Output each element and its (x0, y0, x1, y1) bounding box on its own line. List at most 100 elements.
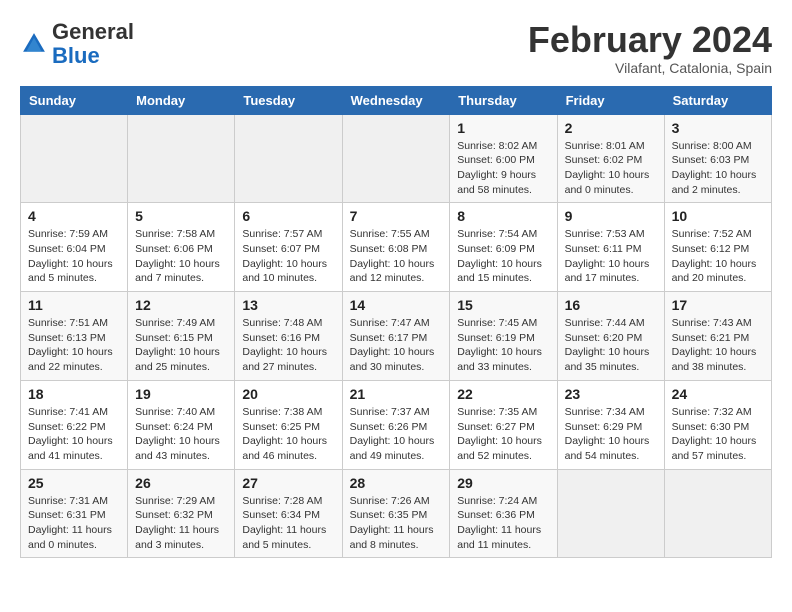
day-info: Sunrise: 7:41 AM Sunset: 6:22 PM Dayligh… (28, 405, 120, 464)
calendar-cell: 19 Sunrise: 7:40 AM Sunset: 6:24 PM Dayli… (128, 380, 235, 469)
calendar-cell: 25 Sunrise: 7:31 AM Sunset: 6:31 PM Dayli… (21, 469, 128, 558)
day-info: Sunrise: 7:51 AM Sunset: 6:13 PM Dayligh… (28, 316, 120, 375)
day-number: 12 (135, 297, 227, 313)
page-header: General Blue February 2024 Vilafant, Cat… (20, 20, 772, 76)
logo-text: General Blue (52, 20, 134, 68)
calendar-cell (128, 114, 235, 203)
day-info: Sunrise: 7:49 AM Sunset: 6:15 PM Dayligh… (135, 316, 227, 375)
calendar-cell: 22Sunrise: 7:35 AM Sunset: 6:27 PM Dayli… (450, 380, 557, 469)
day-number: 21 (350, 386, 443, 402)
month-title: February 2024 (528, 20, 772, 60)
location-subtitle: Vilafant, Catalonia, Spain (528, 60, 772, 76)
calendar-cell: 20 Sunrise: 7:38 AM Sunset: 6:25 PM Dayli… (235, 380, 342, 469)
calendar-cell: 9 Sunrise: 7:53 AM Sunset: 6:11 PM Daylig… (557, 203, 664, 292)
day-number: 6 (242, 208, 334, 224)
day-number: 14 (350, 297, 443, 313)
calendar-cell (342, 114, 450, 203)
day-number: 27 (242, 475, 334, 491)
calendar-cell: 23 Sunrise: 7:34 AM Sunset: 6:29 PM Dayli… (557, 380, 664, 469)
calendar-cell: 29Sunrise: 7:24 AM Sunset: 6:36 PM Dayli… (450, 469, 557, 558)
day-number: 9 (565, 208, 657, 224)
calendar-cell: 6 Sunrise: 7:57 AM Sunset: 6:07 PM Daylig… (235, 203, 342, 292)
column-header-tuesday: Tuesday (235, 86, 342, 114)
calendar-cell (557, 469, 664, 558)
day-info: Sunrise: 7:52 AM Sunset: 6:12 PM Dayligh… (672, 227, 764, 286)
day-number: 13 (242, 297, 334, 313)
calendar-cell: 24Sunrise: 7:32 AM Sunset: 6:30 PM Dayli… (664, 380, 771, 469)
calendar-cell: 17 Sunrise: 7:43 AM Sunset: 6:21 PM Dayli… (664, 292, 771, 381)
column-header-thursday: Thursday (450, 86, 557, 114)
day-info: Sunrise: 7:58 AM Sunset: 6:06 PM Dayligh… (135, 227, 227, 286)
day-info: Sunrise: 7:44 AM Sunset: 6:20 PM Dayligh… (565, 316, 657, 375)
calendar-week-row: 4Sunrise: 7:59 AM Sunset: 6:04 PM Daylig… (21, 203, 772, 292)
day-number: 23 (565, 386, 657, 402)
day-number: 17 (672, 297, 764, 313)
day-info: Sunrise: 7:37 AM Sunset: 6:26 PM Dayligh… (350, 405, 443, 464)
day-info: Sunrise: 7:57 AM Sunset: 6:07 PM Dayligh… (242, 227, 334, 286)
day-info: Sunrise: 7:31 AM Sunset: 6:31 PM Dayligh… (28, 494, 120, 553)
day-number: 20 (242, 386, 334, 402)
calendar-cell: 10 Sunrise: 7:52 AM Sunset: 6:12 PM Dayli… (664, 203, 771, 292)
day-number: 15 (457, 297, 549, 313)
day-info: Sunrise: 8:01 AM Sunset: 6:02 PM Dayligh… (565, 139, 657, 198)
calendar-week-row: 25 Sunrise: 7:31 AM Sunset: 6:31 PM Dayli… (21, 469, 772, 558)
calendar-cell (235, 114, 342, 203)
day-number: 11 (28, 297, 120, 313)
day-info: Sunrise: 7:43 AM Sunset: 6:21 PM Dayligh… (672, 316, 764, 375)
column-header-friday: Friday (557, 86, 664, 114)
day-number: 16 (565, 297, 657, 313)
calendar-cell: 8 Sunrise: 7:54 AM Sunset: 6:09 PM Daylig… (450, 203, 557, 292)
day-number: 2 (565, 120, 657, 136)
calendar-cell: 21 Sunrise: 7:37 AM Sunset: 6:26 PM Dayli… (342, 380, 450, 469)
day-info: Sunrise: 8:02 AM Sunset: 6:00 PM Dayligh… (457, 139, 549, 198)
day-number: 5 (135, 208, 227, 224)
day-info: Sunrise: 7:40 AM Sunset: 6:24 PM Dayligh… (135, 405, 227, 464)
logo-blue: Blue (52, 43, 100, 68)
calendar-cell: 2 Sunrise: 8:01 AM Sunset: 6:02 PM Daylig… (557, 114, 664, 203)
calendar-week-row: 18 Sunrise: 7:41 AM Sunset: 6:22 PM Dayli… (21, 380, 772, 469)
day-info: Sunrise: 7:47 AM Sunset: 6:17 PM Dayligh… (350, 316, 443, 375)
calendar-cell: 27Sunrise: 7:28 AM Sunset: 6:34 PM Dayli… (235, 469, 342, 558)
calendar-cell: 7 Sunrise: 7:55 AM Sunset: 6:08 PM Daylig… (342, 203, 450, 292)
day-number: 18 (28, 386, 120, 402)
calendar-cell: 11 Sunrise: 7:51 AM Sunset: 6:13 PM Dayli… (21, 292, 128, 381)
column-header-sunday: Sunday (21, 86, 128, 114)
calendar-cell: 3Sunrise: 8:00 AM Sunset: 6:03 PM Daylig… (664, 114, 771, 203)
day-info: Sunrise: 7:34 AM Sunset: 6:29 PM Dayligh… (565, 405, 657, 464)
calendar-cell: 4Sunrise: 7:59 AM Sunset: 6:04 PM Daylig… (21, 203, 128, 292)
day-info: Sunrise: 7:38 AM Sunset: 6:25 PM Dayligh… (242, 405, 334, 464)
day-info: Sunrise: 7:48 AM Sunset: 6:16 PM Dayligh… (242, 316, 334, 375)
calendar-cell: 13 Sunrise: 7:48 AM Sunset: 6:16 PM Dayli… (235, 292, 342, 381)
calendar-week-row: 11 Sunrise: 7:51 AM Sunset: 6:13 PM Dayli… (21, 292, 772, 381)
calendar-cell: 12 Sunrise: 7:49 AM Sunset: 6:15 PM Dayli… (128, 292, 235, 381)
calendar-week-row: 1Sunrise: 8:02 AM Sunset: 6:00 PM Daylig… (21, 114, 772, 203)
logo-general: General (52, 19, 134, 44)
day-info: Sunrise: 7:45 AM Sunset: 6:19 PM Dayligh… (457, 316, 549, 375)
day-info: Sunrise: 7:53 AM Sunset: 6:11 PM Dayligh… (565, 227, 657, 286)
day-number: 19 (135, 386, 227, 402)
day-number: 25 (28, 475, 120, 491)
calendar-cell: 18 Sunrise: 7:41 AM Sunset: 6:22 PM Dayli… (21, 380, 128, 469)
calendar-cell: 28Sunrise: 7:26 AM Sunset: 6:35 PM Dayli… (342, 469, 450, 558)
calendar-cell: 1Sunrise: 8:02 AM Sunset: 6:00 PM Daylig… (450, 114, 557, 203)
calendar-header-row: SundayMondayTuesdayWednesdayThursdayFrid… (21, 86, 772, 114)
day-info: Sunrise: 7:54 AM Sunset: 6:09 PM Dayligh… (457, 227, 549, 286)
day-number: 8 (457, 208, 549, 224)
logo: General Blue (20, 20, 134, 68)
logo-icon (20, 30, 48, 58)
day-number: 26 (135, 475, 227, 491)
day-info: Sunrise: 7:35 AM Sunset: 6:27 PM Dayligh… (457, 405, 549, 464)
day-number: 7 (350, 208, 443, 224)
day-info: Sunrise: 7:24 AM Sunset: 6:36 PM Dayligh… (457, 494, 549, 553)
calendar-cell: 15 Sunrise: 7:45 AM Sunset: 6:19 PM Dayli… (450, 292, 557, 381)
calendar-table: SundayMondayTuesdayWednesdayThursdayFrid… (20, 86, 772, 559)
day-info: Sunrise: 7:59 AM Sunset: 6:04 PM Dayligh… (28, 227, 120, 286)
calendar-cell: 5 Sunrise: 7:58 AM Sunset: 6:06 PM Daylig… (128, 203, 235, 292)
day-info: Sunrise: 7:55 AM Sunset: 6:08 PM Dayligh… (350, 227, 443, 286)
day-number: 10 (672, 208, 764, 224)
calendar-cell: 26 Sunrise: 7:29 AM Sunset: 6:32 PM Dayli… (128, 469, 235, 558)
calendar-cell: 14 Sunrise: 7:47 AM Sunset: 6:17 PM Dayli… (342, 292, 450, 381)
day-info: Sunrise: 7:29 AM Sunset: 6:32 PM Dayligh… (135, 494, 227, 553)
calendar-cell (664, 469, 771, 558)
day-number: 3 (672, 120, 764, 136)
